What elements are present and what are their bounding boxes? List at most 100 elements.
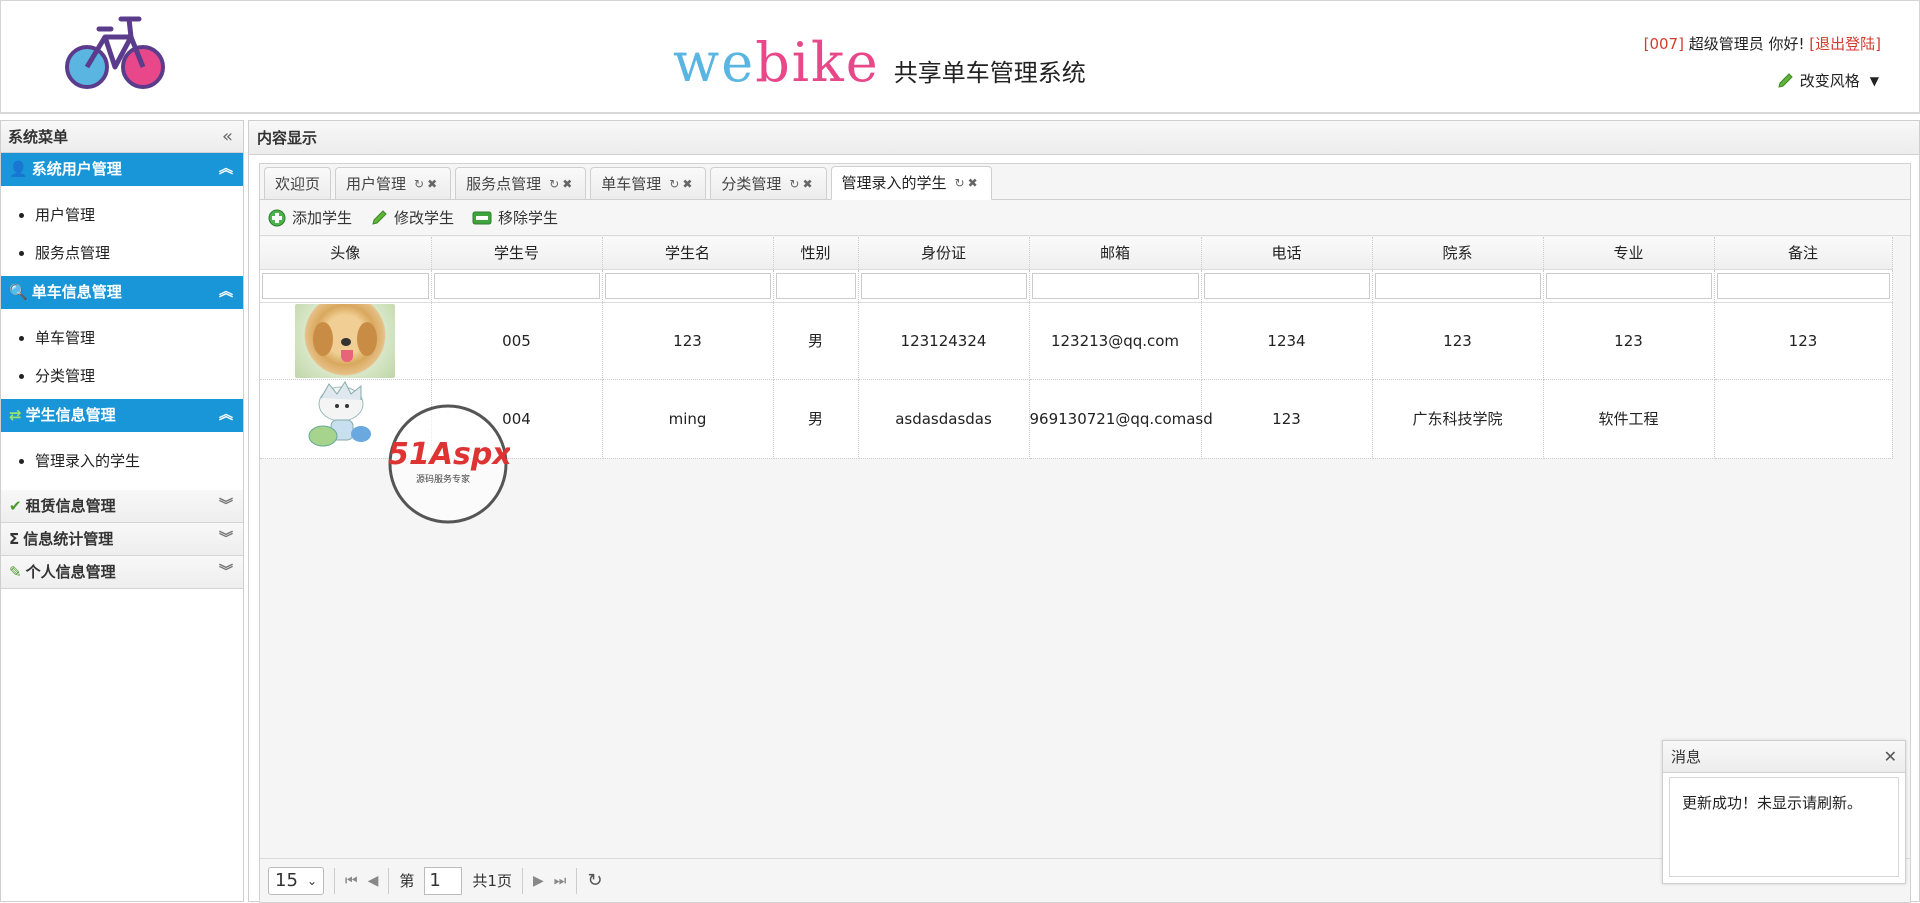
column-header[interactable]: 邮箱 bbox=[1029, 237, 1202, 270]
page-total-label: 共1页 bbox=[472, 872, 512, 890]
tab-student-manage[interactable]: 管理录入的学生 ↻✖ bbox=[830, 166, 992, 200]
filter-input-email[interactable] bbox=[1031, 272, 1199, 299]
tab-category-manage[interactable]: 分类管理 ↻✖ bbox=[710, 167, 827, 199]
menu-group-bike[interactable]: 🔍 单车信息管理 ︽ bbox=[1, 276, 243, 309]
add-student-label: 添加学生 bbox=[292, 209, 353, 227]
filter-input-gender[interactable] bbox=[775, 272, 856, 299]
sidebar-item-student-manage[interactable]: 管理录入的学生 bbox=[35, 442, 243, 480]
menu-group-user[interactable]: 👤 系统用户管理 ︽ bbox=[1, 153, 243, 186]
remove-student-button[interactable]: 移除学生 bbox=[472, 207, 558, 228]
toast-message: 更新成功！未显示请刷新。 bbox=[1669, 777, 1899, 877]
pager-divider bbox=[521, 867, 523, 894]
filter-input-phone[interactable] bbox=[1203, 272, 1370, 299]
edit-student-button[interactable]: 修改学生 bbox=[370, 207, 454, 228]
tab-bike-manage[interactable]: 单车管理 ↻✖ bbox=[590, 167, 707, 199]
avatar-cartoon-image bbox=[308, 380, 372, 446]
tab-refresh-close-icons[interactable]: ↻✖ bbox=[669, 169, 695, 199]
logout-link[interactable]: [退出登陆] bbox=[1809, 35, 1881, 53]
sidebar-item-bike-manage[interactable]: 单车管理 bbox=[35, 319, 243, 357]
style-switch-menu[interactable]: 改变风格 ▼ bbox=[1776, 70, 1879, 91]
column-header[interactable]: 头像 bbox=[260, 237, 432, 270]
brand-title: we bike 共享单车管理系统 bbox=[673, 31, 1086, 94]
filter-input-name[interactable] bbox=[604, 272, 771, 299]
user-greeting: [007] 超级管理员 你好! [退出登陆] bbox=[1644, 33, 1881, 54]
collapse-left-icon[interactable]: « bbox=[222, 121, 233, 153]
filter-row bbox=[260, 269, 1893, 303]
filter-input-dept[interactable] bbox=[1374, 272, 1541, 299]
style-switch-label: 改变风格 bbox=[1799, 72, 1860, 90]
tab-refresh-close-icons[interactable]: ↻✖ bbox=[789, 169, 815, 199]
tab-welcome[interactable]: 欢迎页 bbox=[264, 167, 332, 199]
page-size-value: 15 bbox=[275, 870, 298, 891]
cell-name: 123 bbox=[602, 302, 774, 380]
edit-student-label: 修改学生 bbox=[394, 209, 455, 227]
menu-group-statistics[interactable]: Σ 信息统计管理 ︾ bbox=[1, 523, 243, 556]
add-student-button[interactable]: 添加学生 bbox=[268, 207, 352, 228]
table-header-row: 头像 学生号 学生名 性别 身份证 邮箱 电话 院系 专业 备注 bbox=[260, 237, 1893, 270]
last-page-icon[interactable]: ⏭ bbox=[554, 873, 567, 889]
page-number-input[interactable]: 1 bbox=[424, 866, 463, 895]
tab-label: 欢迎页 bbox=[275, 174, 321, 193]
next-page-icon[interactable]: ▶ bbox=[533, 873, 544, 889]
menu-group-label: 个人信息管理 bbox=[25, 562, 116, 581]
refresh-icon: ⇄ bbox=[9, 406, 22, 424]
menu-group-label: 单车信息管理 bbox=[31, 283, 122, 301]
page-prefix-label: 第 bbox=[399, 872, 415, 890]
menu-group-bike-list: 单车管理 分类管理 bbox=[1, 309, 243, 399]
cell-email: 123213@qq.com bbox=[1029, 302, 1202, 380]
filter-cell bbox=[1543, 269, 1715, 303]
filter-input-avatar[interactable] bbox=[262, 272, 429, 299]
filter-cell bbox=[1372, 269, 1544, 303]
menu-group-student[interactable]: ⇄ 学生信息管理 ︽ bbox=[1, 399, 243, 432]
chevron-double-down-icon: ︾ bbox=[219, 531, 233, 547]
filter-cell bbox=[431, 269, 603, 303]
filter-input-note[interactable] bbox=[1716, 272, 1890, 299]
refresh-icon[interactable]: ↻ bbox=[587, 870, 602, 891]
tab-service-point[interactable]: 服务点管理 ↻✖ bbox=[455, 167, 587, 199]
menu-group-user-list: 用户管理 服务点管理 bbox=[1, 186, 243, 276]
filter-input-idcard[interactable] bbox=[860, 272, 1027, 299]
pager-divider bbox=[388, 867, 390, 894]
tab-label: 服务点管理 bbox=[466, 174, 542, 193]
tab-refresh-close-icons[interactable]: ↻✖ bbox=[549, 169, 575, 199]
sidebar-item-service-point[interactable]: 服务点管理 bbox=[35, 234, 243, 272]
column-header[interactable]: 电话 bbox=[1201, 237, 1373, 270]
check-icon: ✔ bbox=[9, 496, 22, 515]
column-header[interactable]: 学生名 bbox=[602, 237, 774, 270]
cell-gender: 男 bbox=[773, 302, 859, 380]
prev-page-icon[interactable]: ◀ bbox=[368, 873, 379, 889]
sidebar-item-user-manage[interactable]: 用户管理 bbox=[35, 196, 243, 234]
grid-toolbar: 添加学生 修改学生 移除学生 bbox=[260, 200, 1910, 236]
pencil-icon bbox=[372, 209, 387, 225]
cell-note bbox=[1714, 379, 1893, 459]
caret-down-icon: ▼ bbox=[1869, 73, 1879, 88]
column-header[interactable]: 身份证 bbox=[858, 237, 1030, 270]
header: we bike 共享单车管理系统 [007] 超级管理员 你好! [退出登陆] … bbox=[0, 0, 1920, 114]
filter-input-id[interactable] bbox=[433, 272, 600, 299]
cell-major: 123 bbox=[1543, 302, 1715, 380]
pager-divider bbox=[334, 867, 335, 894]
close-icon[interactable]: ✕ bbox=[1884, 741, 1897, 773]
cell-dept: 广东科技学院 bbox=[1372, 379, 1544, 459]
column-header[interactable]: 专业 bbox=[1543, 237, 1715, 270]
remove-student-label: 移除学生 bbox=[498, 209, 559, 227]
tab-refresh-close-icons[interactable]: ↻✖ bbox=[955, 168, 981, 198]
menu-group-personal[interactable]: ✎ 个人信息管理 ︾ bbox=[1, 556, 243, 589]
sidebar-item-category-manage[interactable]: 分类管理 bbox=[35, 357, 243, 395]
table-row[interactable]: 005 123 男 123124324 123213@qq.com 1234 1… bbox=[260, 302, 1893, 380]
filter-input-major[interactable] bbox=[1545, 272, 1712, 299]
page-size-select[interactable]: 15 ⌄ bbox=[268, 866, 324, 895]
filter-cell bbox=[1714, 269, 1893, 303]
tab-user-manage[interactable]: 用户管理 ↻✖ bbox=[335, 167, 452, 199]
bicycle-logo-icon bbox=[65, 16, 165, 89]
menu-group-rental[interactable]: ✔ 租赁信息管理 ︾ bbox=[1, 490, 243, 523]
column-header[interactable]: 院系 bbox=[1372, 237, 1544, 270]
tab-refresh-close-icons[interactable]: ↻✖ bbox=[414, 169, 440, 199]
sidebar-title: 系统菜单 bbox=[8, 128, 69, 146]
chevron-double-down-icon: ︾ bbox=[219, 498, 233, 514]
first-page-icon[interactable]: ⏮ bbox=[345, 873, 358, 889]
filter-cell bbox=[260, 269, 432, 303]
column-header[interactable]: 性别 bbox=[773, 237, 859, 270]
column-header[interactable]: 学生号 bbox=[431, 237, 603, 270]
column-header[interactable]: 备注 bbox=[1714, 237, 1893, 270]
